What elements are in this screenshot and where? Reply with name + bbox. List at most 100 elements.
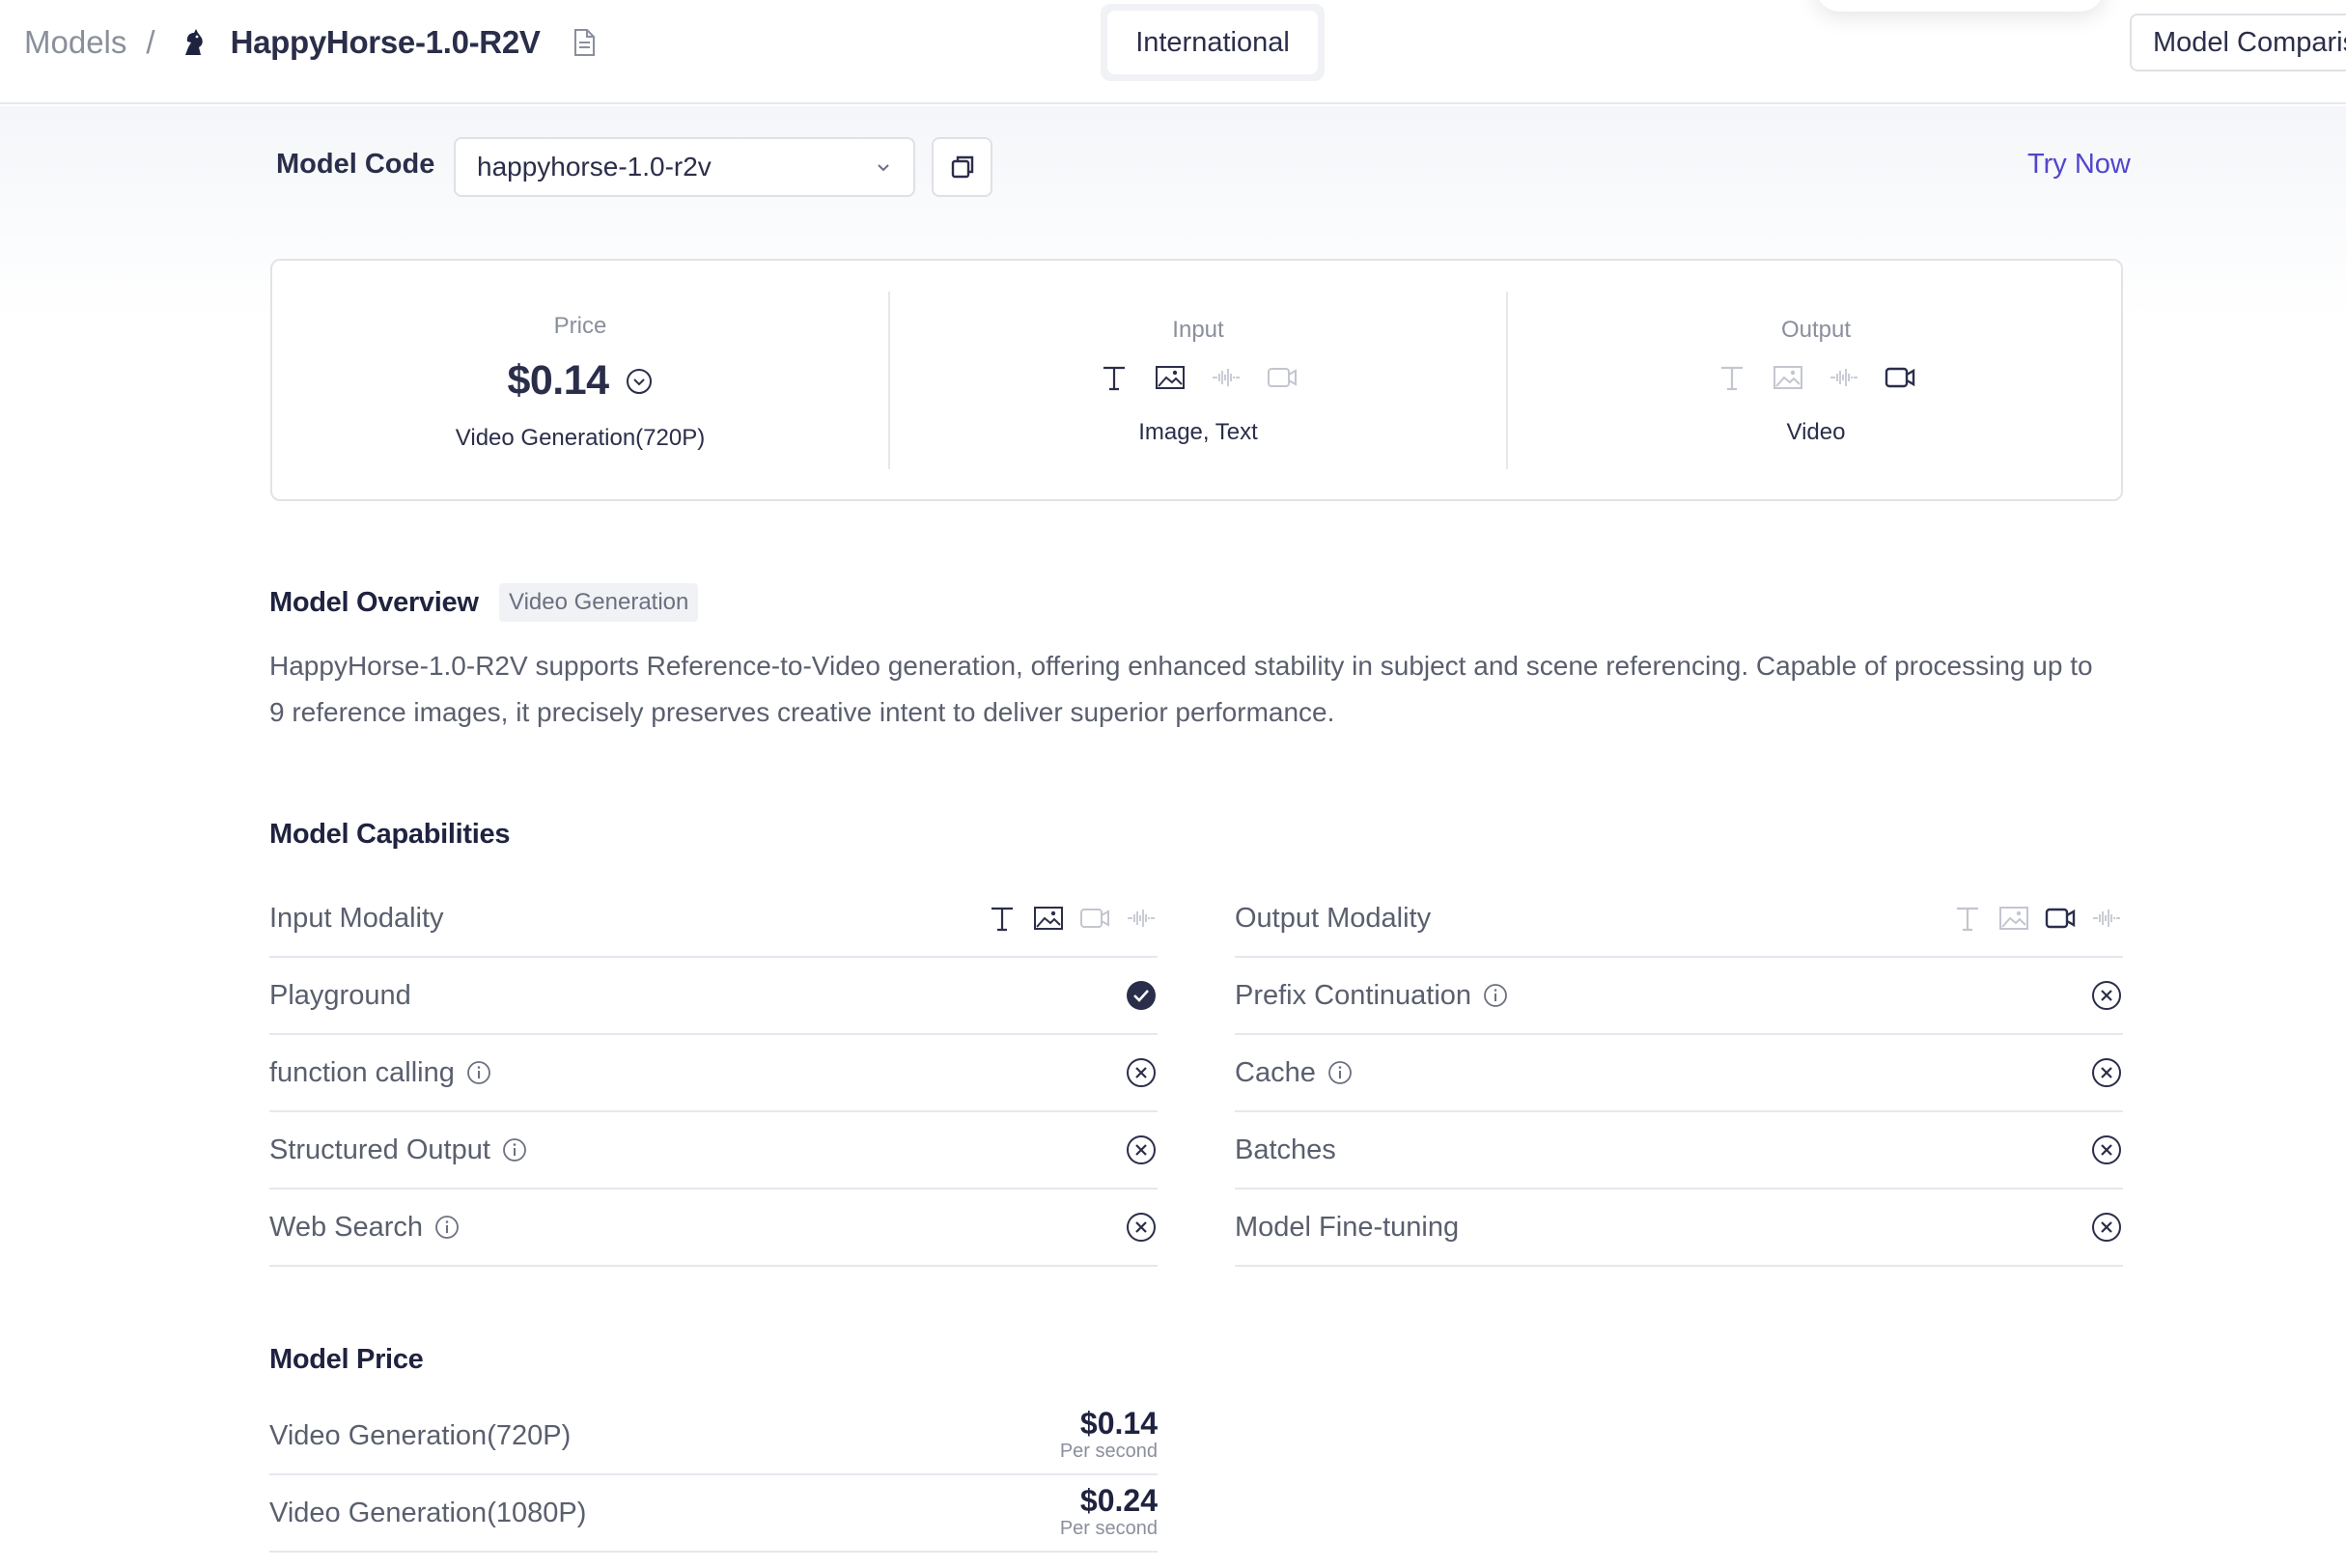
x-circle-icon bbox=[1127, 1058, 1156, 1087]
summary-card: Price $0.14 Video Generation(720P) Input… bbox=[270, 259, 2123, 501]
x-circle-icon bbox=[2092, 1058, 2121, 1087]
capability-row: Web Search bbox=[269, 1190, 1158, 1267]
capability-label: Cache bbox=[1235, 1056, 1316, 1088]
x-circle-icon bbox=[2092, 981, 2121, 1010]
model-price-title: Model Price bbox=[269, 1344, 424, 1375]
capability-row: Prefix Continuation bbox=[1235, 958, 2123, 1035]
capability-row: Cache bbox=[1235, 1035, 2123, 1112]
capability-row: Playground bbox=[269, 958, 1158, 1035]
try-now-link[interactable]: Try Now bbox=[2027, 149, 2131, 181]
audio-modality-icon bbox=[1128, 910, 1155, 927]
output-column: Output Video bbox=[1508, 261, 2124, 499]
output-label: Output bbox=[1780, 317, 1852, 343]
price-value: $0.14 bbox=[507, 357, 609, 404]
copy-button[interactable] bbox=[932, 137, 992, 197]
price-row: Video Generation(1080P) $0.24 Per second bbox=[269, 1475, 1158, 1553]
input-modality-icons bbox=[986, 881, 1158, 956]
capability-row: Model Fine-tuning bbox=[1235, 1190, 2123, 1267]
breadcrumb: Models / HappyHorse-1.0-R2V bbox=[24, 21, 599, 64]
audio-modality-icon bbox=[1830, 369, 1857, 386]
capability-label: Batches bbox=[1235, 1134, 1336, 1165]
page-title: HappyHorse-1.0-R2V bbox=[230, 24, 541, 60]
price-row-label: Video Generation(1080P) bbox=[269, 1497, 587, 1528]
capabilities-left-column: Input Modality Playground function calli… bbox=[269, 881, 1158, 1267]
video-modality-icon bbox=[1080, 909, 1109, 928]
overview-description: HappyHorse-1.0-R2V supports Reference-to… bbox=[269, 651, 2093, 727]
model-capabilities-title: Model Capabilities bbox=[269, 819, 511, 850]
info-icon[interactable] bbox=[434, 1215, 460, 1240]
image-modality-icon bbox=[1034, 907, 1063, 930]
price-unit: Per second bbox=[1059, 1518, 1158, 1539]
model-code-value: happyhorse-1.0-r2v bbox=[477, 152, 712, 182]
text-modality-icon bbox=[1103, 366, 1125, 391]
model-code-select[interactable]: happyhorse-1.0-r2v bbox=[454, 137, 915, 197]
capability-row: Batches bbox=[1235, 1112, 2123, 1190]
price-amount: $0.14 bbox=[1079, 1406, 1158, 1441]
image-modality-icon bbox=[1156, 366, 1185, 389]
region-international-tab[interactable]: International bbox=[1107, 11, 1318, 74]
capability-label: Input Modality bbox=[269, 902, 444, 934]
capability-label: Playground bbox=[269, 979, 411, 1011]
input-column: Input Image, Text bbox=[890, 261, 1506, 499]
x-circle-icon bbox=[2092, 1213, 2121, 1242]
category-tag: Video Generation bbox=[499, 583, 699, 622]
price-label: Price bbox=[553, 313, 607, 339]
capability-label: function calling bbox=[269, 1056, 455, 1088]
price-table: Video Generation(720P) $0.14 Per second … bbox=[269, 1398, 1158, 1553]
x-circle-icon bbox=[1127, 1135, 1156, 1164]
capability-row: Input Modality bbox=[269, 881, 1158, 958]
price-row-value: $0.24 Per second bbox=[1060, 1483, 1158, 1539]
model-code-label: Model Code bbox=[276, 149, 435, 180]
info-icon[interactable] bbox=[1483, 983, 1508, 1008]
audio-modality-icon bbox=[1213, 369, 1240, 386]
audio-modality-icon bbox=[2093, 910, 2120, 927]
capability-label: Model Fine-tuning bbox=[1235, 1211, 1460, 1243]
price-subtitle: Video Generation(720P) bbox=[455, 425, 706, 451]
chevron-down-icon bbox=[878, 164, 889, 172]
document-icon[interactable] bbox=[570, 27, 599, 58]
input-subtitle: Image, Text bbox=[1138, 419, 1258, 445]
x-circle-icon bbox=[2092, 1135, 2121, 1164]
capabilities-right-column: Output Modality Prefix Continuation Cach… bbox=[1235, 881, 2123, 1267]
chevron-circle-down-icon[interactable] bbox=[625, 367, 654, 396]
text-modality-icon bbox=[1721, 366, 1743, 391]
output-modality-icons bbox=[1508, 361, 2124, 394]
price-unit: Per second bbox=[1059, 1441, 1158, 1462]
video-modality-icon bbox=[2045, 908, 2076, 929]
capability-label: Web Search bbox=[269, 1211, 424, 1243]
capability-label: Structured Output bbox=[269, 1134, 490, 1165]
price-row-value: $0.14 Per second bbox=[1060, 1406, 1158, 1462]
input-label: Input bbox=[1172, 317, 1224, 343]
info-icon[interactable] bbox=[502, 1137, 527, 1162]
region-switcher: International bbox=[1101, 4, 1325, 81]
price-column: Price $0.14 Video Generation(720P) bbox=[272, 261, 888, 499]
capability-row: Output Modality bbox=[1235, 881, 2123, 958]
output-subtitle: Video bbox=[1786, 419, 1846, 445]
price-row-label: Video Generation(720P) bbox=[269, 1419, 572, 1451]
capability-row: Structured Output bbox=[269, 1112, 1158, 1190]
capability-row: function calling bbox=[269, 1035, 1158, 1112]
x-circle-icon bbox=[1127, 1213, 1156, 1242]
price-amount: $0.24 bbox=[1079, 1483, 1158, 1518]
top-header: Models / HappyHorse-1.0-R2V Internationa… bbox=[0, 0, 2346, 104]
breadcrumb-separator: / bbox=[146, 24, 155, 60]
video-modality-icon bbox=[1885, 367, 1915, 388]
input-modality-icons bbox=[890, 361, 1506, 394]
image-modality-icon bbox=[1999, 907, 2028, 930]
video-modality-icon bbox=[1268, 368, 1297, 387]
image-modality-icon bbox=[1773, 366, 1802, 389]
breadcrumb-models-link[interactable]: Models bbox=[24, 24, 126, 61]
info-icon[interactable] bbox=[466, 1060, 491, 1085]
capability-label: Output Modality bbox=[1235, 902, 1432, 934]
model-overview-title: Model Overview bbox=[269, 587, 479, 618]
info-icon[interactable] bbox=[1327, 1060, 1353, 1085]
check-circle-icon bbox=[1127, 981, 1156, 1010]
price-display: $0.14 bbox=[272, 357, 888, 405]
horse-icon bbox=[184, 29, 203, 55]
copy-icon bbox=[951, 155, 973, 179]
price-row: Video Generation(720P) $0.14 Per second bbox=[269, 1398, 1158, 1475]
model-comparison-button[interactable]: Model Comparison bbox=[2130, 14, 2346, 71]
text-modality-icon bbox=[991, 907, 1013, 932]
text-modality-icon bbox=[1957, 907, 1978, 932]
search-popover bbox=[1815, 0, 2105, 12]
